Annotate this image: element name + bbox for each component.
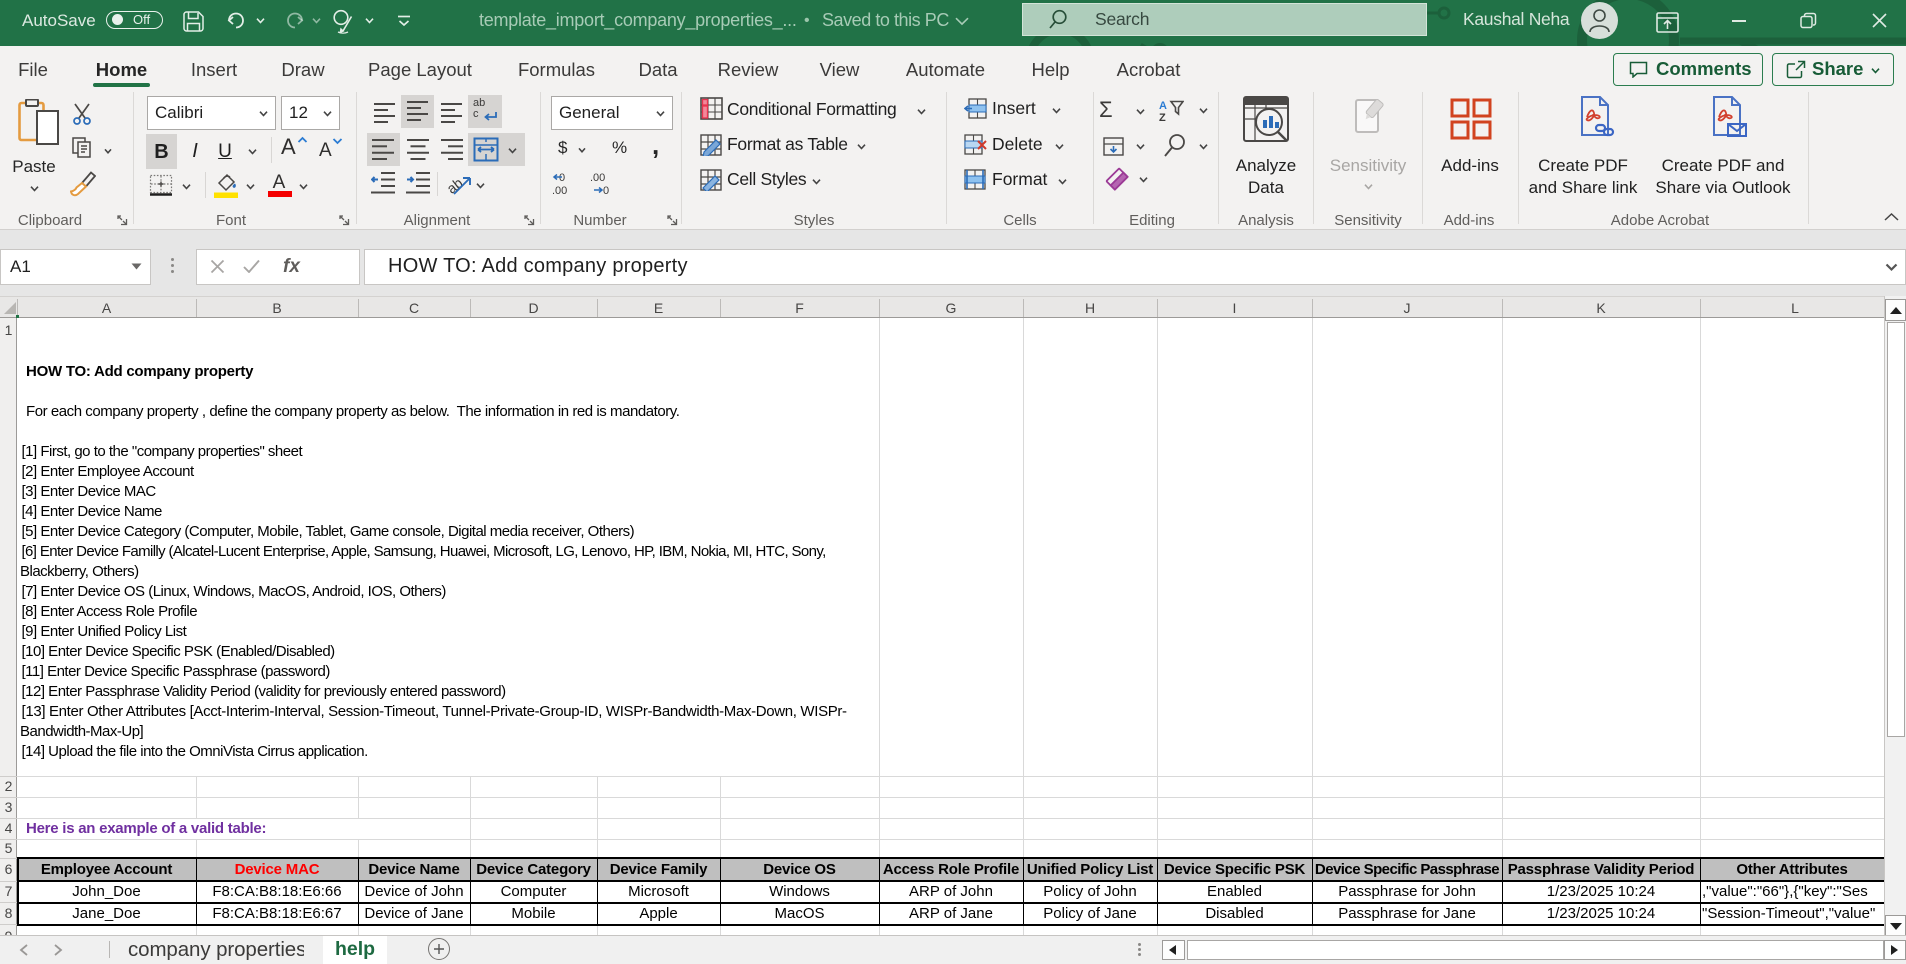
svg-text:0: 0 bbox=[559, 172, 565, 184]
svg-text:A: A bbox=[1159, 100, 1167, 112]
svg-text:.00: .00 bbox=[590, 172, 605, 184]
svg-text:.00: .00 bbox=[552, 185, 567, 196]
svg-text:0: 0 bbox=[603, 185, 609, 196]
svg-text:Z: Z bbox=[1159, 112, 1166, 122]
